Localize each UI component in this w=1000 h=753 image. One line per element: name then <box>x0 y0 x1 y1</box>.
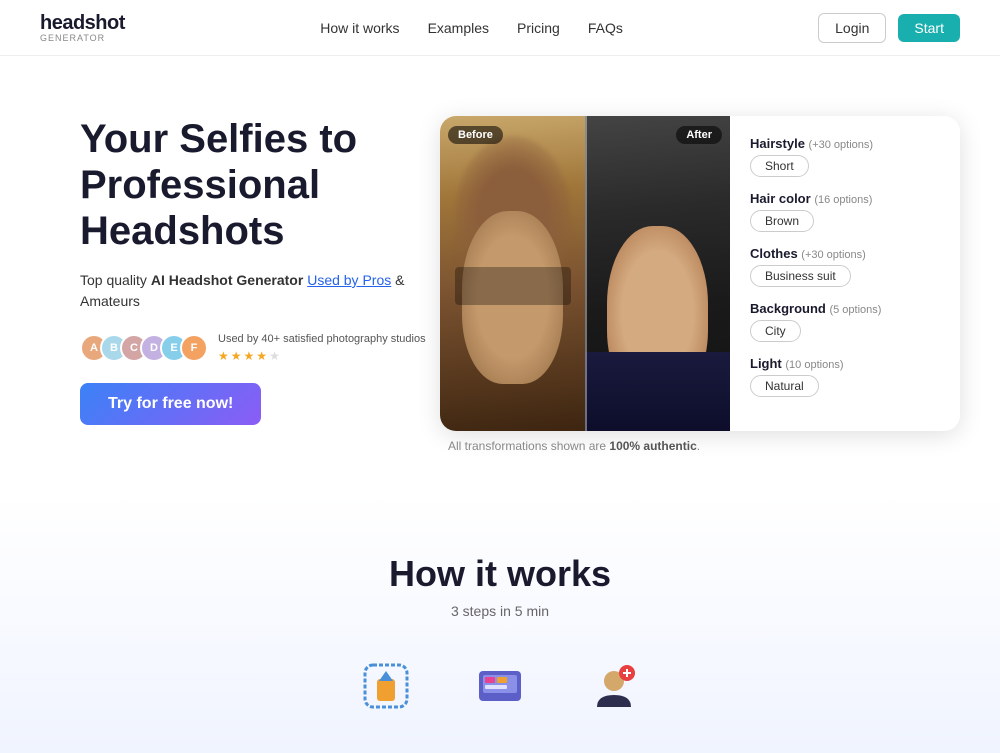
option-background: Background (5 options) City <box>750 301 940 342</box>
how-subtitle: 3 steps in 5 min <box>40 603 960 619</box>
nav-links: How it works Examples Pricing FAQs <box>320 20 623 36</box>
option-title-hair-color: Hair color (16 options) <box>750 191 940 206</box>
before-after-image: Before After <box>440 116 730 431</box>
star-3: ★ <box>244 349 255 363</box>
star-5: ★ <box>269 349 280 363</box>
step-2 <box>473 659 527 713</box>
star-1: ★ <box>218 349 229 363</box>
step-3-icon <box>587 659 641 713</box>
step-1 <box>359 659 413 713</box>
suit-decoration <box>585 352 730 431</box>
proof-text-block: Used by 40+ satisfied photography studio… <box>218 332 426 363</box>
logo[interactable]: headshot generator <box>40 12 125 43</box>
hero-subtitle-plain: Top quality <box>80 272 151 288</box>
steps-container <box>40 659 960 713</box>
option-tag-business-suit[interactable]: Business suit <box>750 265 851 287</box>
hero-left-content: Your Selfies to Professional Headshots T… <box>80 116 440 425</box>
nav-link-examples[interactable]: Examples <box>428 20 489 36</box>
option-title-background: Background (5 options) <box>750 301 940 316</box>
auth-note-bold: 100% authentic <box>609 439 696 453</box>
option-tag-city[interactable]: City <box>750 320 801 342</box>
upload-icon <box>359 659 413 713</box>
glasses-decoration <box>455 267 571 305</box>
avatar: F <box>180 334 208 362</box>
nav-link-how-it-works[interactable]: How it works <box>320 20 399 36</box>
navbar: headshot generator How it works Examples… <box>0 0 1000 56</box>
option-tag-short[interactable]: Short <box>750 155 809 177</box>
option-count-clothes: (+30 options) <box>801 249 866 261</box>
hero-section: Your Selfies to Professional Headshots T… <box>0 56 1000 493</box>
option-count-hairstyle: (+30 options) <box>809 139 874 151</box>
star-2: ★ <box>231 349 242 363</box>
avatar-group: A B C D E F <box>80 334 208 362</box>
logo-text: headshot <box>40 12 125 35</box>
option-hairstyle: Hairstyle (+30 options) Short <box>750 136 940 177</box>
star-4: ★ <box>256 349 267 363</box>
hero-subtitle-link[interactable]: Used by Pros <box>307 272 391 288</box>
before-image: Before <box>440 116 585 431</box>
authenticity-note: All transformations shown are 100% authe… <box>448 439 700 453</box>
option-tag-brown[interactable]: Brown <box>750 210 814 232</box>
option-title-light: Light (10 options) <box>750 356 940 371</box>
login-button[interactable]: Login <box>818 13 886 43</box>
star-rating: ★ ★ ★ ★ ★ <box>218 349 426 363</box>
option-count-hair-color: (16 options) <box>814 194 872 206</box>
logo-subtext: generator <box>40 33 105 43</box>
start-button[interactable]: Start <box>898 14 960 42</box>
social-proof: A B C D E F Used by 40+ satisfied photog… <box>80 332 440 363</box>
hero-subtitle-bold: AI Headshot Generator <box>151 272 303 288</box>
auth-note-end: . <box>697 439 700 453</box>
hero-subtitle: Top quality AI Headshot Generator Used b… <box>80 270 440 312</box>
before-label: Before <box>448 126 503 144</box>
proof-text: Used by 40+ satisfied photography studio… <box>218 332 426 347</box>
cta-button[interactable]: Try for free now! <box>80 383 261 425</box>
option-count-background: (5 options) <box>829 304 881 316</box>
step-1-icon <box>359 659 413 713</box>
nav-link-pricing[interactable]: Pricing <box>517 20 560 36</box>
divider <box>585 116 587 431</box>
style-icon <box>473 659 527 713</box>
hero-title: Your Selfies to Professional Headshots <box>80 116 440 254</box>
after-image: After <box>585 116 730 431</box>
option-hair-color: Hair color (16 options) Brown <box>750 191 940 232</box>
nav-link-faqs[interactable]: FAQs <box>588 20 623 36</box>
how-it-works-section: How it works 3 steps in 5 min <box>0 493 1000 753</box>
option-clothes: Clothes (+30 options) Business suit <box>750 246 940 287</box>
option-title-clothes: Clothes (+30 options) <box>750 246 940 261</box>
how-title: How it works <box>40 553 960 595</box>
option-tag-natural[interactable]: Natural <box>750 375 819 397</box>
hero-card-wrapper: Before After Hairstyle (+30 options) <box>440 116 960 453</box>
step-2-icon <box>473 659 527 713</box>
nav-actions: Login Start <box>818 13 960 43</box>
options-panel: Hairstyle (+30 options) Short Hair color… <box>730 116 960 431</box>
headshot-icon <box>587 659 641 713</box>
auth-note-plain: All transformations shown are <box>448 439 609 453</box>
before-after-card: Before After Hairstyle (+30 options) <box>440 116 960 431</box>
step-3 <box>587 659 641 713</box>
option-count-light: (10 options) <box>785 359 843 371</box>
after-label: After <box>676 126 722 144</box>
option-title-hairstyle: Hairstyle (+30 options) <box>750 136 940 151</box>
option-light: Light (10 options) Natural <box>750 356 940 397</box>
